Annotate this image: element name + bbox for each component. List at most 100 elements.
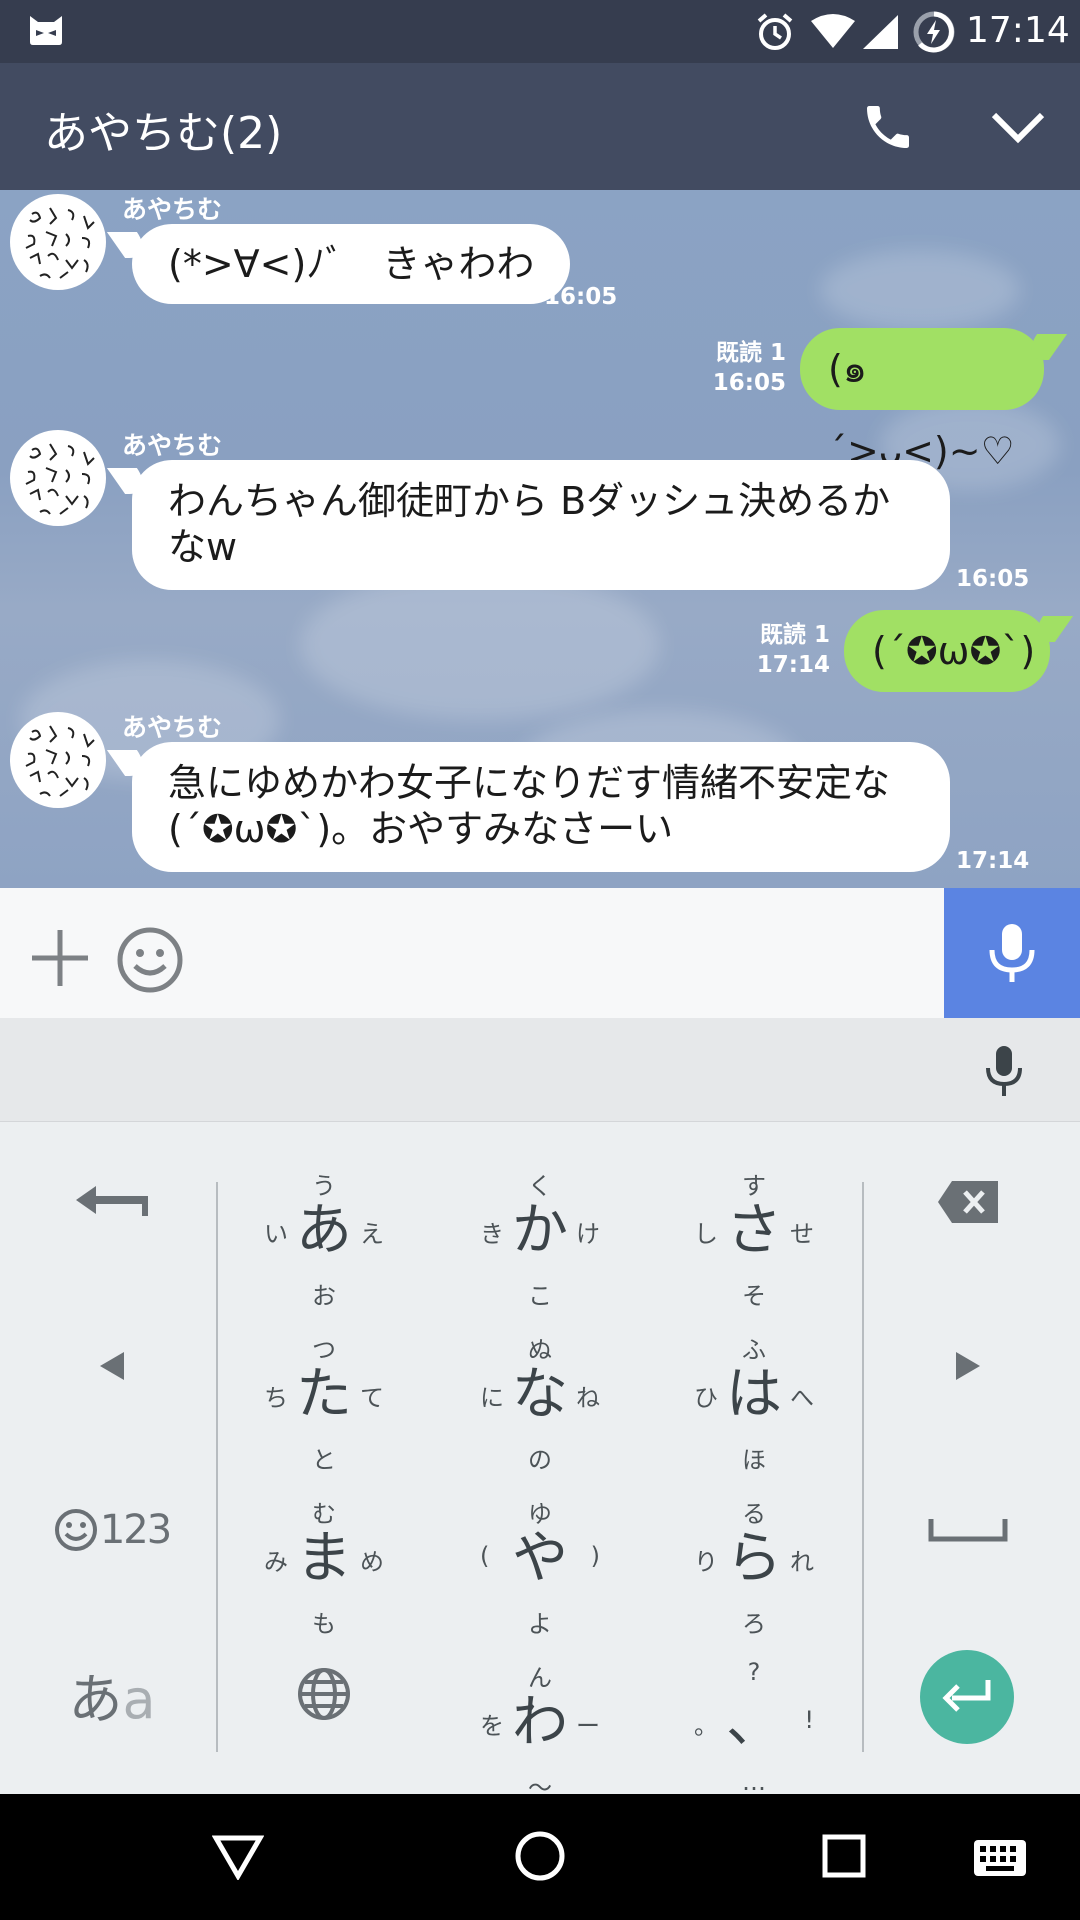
enter-arrow-icon	[942, 1680, 991, 1712]
message-time: 16:05	[544, 284, 618, 310]
flick-right: え	[360, 1220, 384, 1248]
avatar-handwriting-image	[25, 443, 95, 515]
flick-down: そ	[742, 1282, 766, 1310]
read-receipt: 既読 1 16:05	[700, 338, 786, 398]
cursor-right-key[interactable]	[868, 1286, 1068, 1446]
space-key[interactable]	[868, 1450, 1068, 1610]
message-bubble-outgoing[interactable]: (๑´>ᴗ<)~♡	[800, 328, 1044, 473]
kana-toggle-key[interactable]: あa	[12, 1614, 212, 1774]
flick-down: ほ	[742, 1446, 766, 1474]
key-ya-row[interactable]: ゆ ( や ) よ	[440, 1486, 640, 1646]
avatar[interactable]	[10, 712, 106, 808]
language-switch-key[interactable]	[224, 1614, 424, 1774]
flick-down: こ	[528, 1282, 552, 1310]
voice-input-button[interactable]	[944, 888, 1080, 1018]
enter-key[interactable]	[920, 1650, 1014, 1744]
flick-right: !	[804, 1706, 814, 1734]
message-bubble-incoming[interactable]: (*>∀<)ﾉﾞ きゃわわ	[132, 224, 571, 304]
avatar[interactable]	[10, 194, 106, 290]
flick-right: ね	[576, 1384, 600, 1412]
flick-down: お	[312, 1282, 336, 1310]
key-ha-row[interactable]: ふ ひ は へ ほ	[654, 1322, 854, 1482]
flick-down: よ	[528, 1610, 552, 1638]
message-bubble-incoming[interactable]: 急にゆめかわ女子になりだす情緒不安定な (´✪ω✪`)。おやすみなさーい	[132, 742, 950, 872]
keyboard-switch-icon[interactable]	[972, 1838, 1028, 1878]
message-sender: あやちむ	[122, 195, 223, 224]
read-label: 既読 1	[715, 340, 786, 366]
message-text-line: わんちゃん御徒町から Bダッシュ決めるか	[168, 479, 891, 523]
back-icon[interactable]	[212, 1834, 264, 1880]
message-text-line: なw	[168, 525, 238, 569]
message-text-line: (´✪ω✪`)。おやすみなさーい	[168, 807, 674, 851]
emoji-icon[interactable]	[116, 926, 184, 994]
key-label: や	[512, 1526, 568, 1591]
flick-right: せ	[790, 1220, 814, 1248]
message-text: (*>∀<)ﾉﾞ きゃわわ	[168, 242, 535, 286]
chat-title: あやちむ(2)	[44, 108, 283, 159]
avatar[interactable]	[10, 430, 106, 526]
kana-toggle-sub: a	[122, 1667, 156, 1731]
message-sender: あやちむ	[122, 713, 223, 742]
key-label: た	[296, 1362, 352, 1427]
key-na-row[interactable]: ぬ に な ね の	[440, 1322, 640, 1482]
japanese-flick-keyboard: 123 あa う い あ え お く き か け こ す し さ せ そ つ ち…	[0, 1122, 1080, 1802]
message-time: 17:14	[756, 652, 830, 678]
flick-right: )	[590, 1542, 600, 1570]
key-wa-row[interactable]: ん を わ ー 〜	[440, 1650, 640, 1810]
message-sender: あやちむ	[122, 431, 223, 460]
message-text: (´✪ω✪`)	[872, 629, 1036, 673]
flick-right: け	[576, 1220, 600, 1248]
home-icon[interactable]	[514, 1830, 566, 1882]
key-ka-row[interactable]: く き か け こ	[440, 1158, 640, 1318]
wifi-icon	[811, 14, 855, 48]
kana-toggle-main: あ	[68, 1667, 123, 1731]
cell-signal-icon	[863, 15, 898, 49]
globe-icon	[298, 1668, 350, 1720]
key-label: 、	[726, 1690, 782, 1755]
emoji-icon	[54, 1509, 97, 1551]
avatar-handwriting-image	[25, 725, 95, 797]
key-label: さ	[726, 1198, 782, 1263]
emoji-numbers-label: 123	[99, 1507, 172, 1553]
status-time: 17:14	[966, 10, 1070, 51]
keyboard-suggestion-strip	[0, 1018, 1080, 1122]
keyboard-microphone-icon[interactable]	[984, 1044, 1024, 1098]
backspace-key[interactable]	[868, 1122, 1068, 1282]
undo-key[interactable]	[12, 1122, 212, 1282]
recent-apps-icon[interactable]	[822, 1834, 866, 1878]
message-bubble-outgoing[interactable]: (´✪ω✪`)	[844, 610, 1050, 692]
arrow-left-icon	[100, 1352, 124, 1380]
flick-up: ?	[747, 1658, 761, 1686]
chat-area[interactable]: あやちむ (*>∀<)ﾉﾞ きゃわわ 16:05 既読 1 16:05 (๑´>…	[0, 190, 1080, 888]
message-time: 16:05	[956, 566, 1030, 592]
navigation-bar	[0, 1794, 1080, 1920]
cursor-left-key[interactable]	[12, 1286, 212, 1446]
flick-down: と	[312, 1446, 336, 1474]
key-label: ら	[726, 1526, 782, 1591]
flick-right: れ	[790, 1548, 814, 1576]
key-label: か	[512, 1198, 568, 1263]
key-a-row[interactable]: う い あ え お	[224, 1158, 424, 1318]
arrow-right-icon	[956, 1352, 980, 1380]
chat-header: あやちむ(2)	[0, 63, 1080, 190]
chevron-down-icon[interactable]	[990, 109, 1046, 145]
read-receipt: 既読 1 17:14	[744, 620, 830, 680]
message-bubble-incoming[interactable]: わんちゃん御徒町から Bダッシュ決めるか なw	[132, 460, 950, 590]
battery-charging-icon	[913, 11, 955, 53]
keyboard-divider	[216, 1182, 218, 1752]
key-punctuation[interactable]: ? 。 、 ! …	[654, 1650, 854, 1810]
key-label: あ	[296, 1198, 352, 1263]
key-sa-row[interactable]: す し さ せ そ	[654, 1158, 854, 1318]
plus-icon[interactable]	[28, 926, 92, 990]
phone-icon[interactable]	[860, 99, 916, 155]
microphone-icon	[989, 924, 1035, 982]
message-text-line: 急にゆめかわ女子になりだす情緒不安定な	[168, 761, 891, 805]
alarm-icon	[757, 13, 793, 50]
emoji-numbers-key[interactable]: 123	[12, 1450, 212, 1610]
key-ta-row[interactable]: つ ち た て と	[224, 1322, 424, 1482]
flick-right: へ	[790, 1384, 814, 1412]
key-ra-row[interactable]: る り ら れ ろ	[654, 1486, 854, 1646]
key-label: な	[512, 1362, 568, 1427]
message-time: 17:14	[956, 848, 1030, 874]
avatar-handwriting-image	[25, 207, 95, 279]
